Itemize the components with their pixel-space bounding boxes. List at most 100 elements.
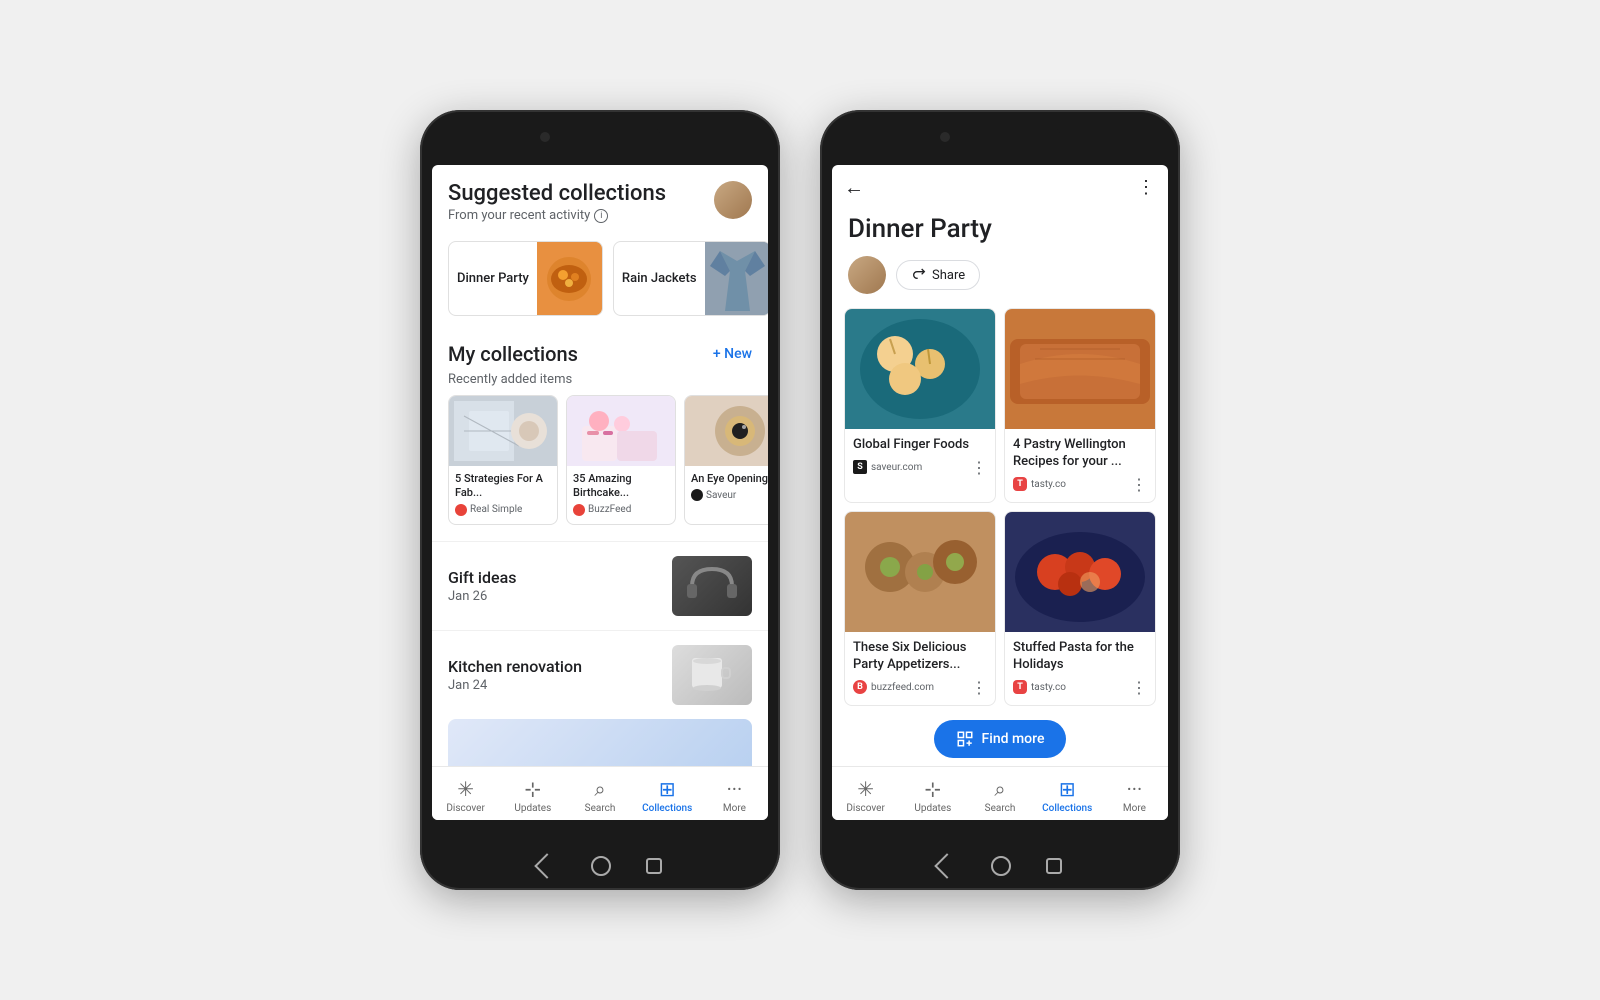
screen1-scroll[interactable]: Suggested collections From your recent a… (432, 165, 768, 766)
grid-card-0[interactable]: Global Finger Foods S saveur.com ⋮ (844, 308, 996, 503)
phone-top-bar-1 (540, 128, 660, 142)
phone1-square-btn[interactable] (646, 858, 662, 874)
discover-icon-1: ✳ (457, 777, 474, 801)
grid-more-3[interactable]: ⋮ (1131, 678, 1147, 697)
phone1-home-btn[interactable] (591, 856, 611, 876)
recent-title-2: An Eye Opening (691, 472, 768, 486)
user-avatar[interactable] (714, 181, 752, 219)
avatar-image (714, 181, 752, 219)
suggested-card-jackets[interactable]: Rain Jackets (613, 241, 768, 316)
suggested-card-dinner[interactable]: Dinner Party (448, 241, 603, 316)
phone-2: ← ⋮ Dinner Party Share (820, 110, 1180, 890)
kitchen-info: Kitchen renovation Jan 24 (448, 657, 582, 693)
phone2-home-btn[interactable] (991, 856, 1011, 876)
suggested-collections-title: Suggested collections (448, 181, 666, 206)
grid-source-row-0: S saveur.com ⋮ (853, 458, 987, 477)
recent-card-0[interactable]: 5 Strategies For A Fab... Real Simple (448, 395, 558, 525)
partial-item (448, 719, 752, 766)
back-arrow-button[interactable]: ← (844, 175, 864, 200)
menu-button[interactable]: ⋮ (1137, 177, 1156, 198)
nav-collections-1[interactable]: ⊞ Collections (634, 773, 701, 818)
info-icon[interactable]: i (594, 209, 608, 223)
nav-search-2[interactable]: ⌕ Search (966, 773, 1033, 818)
phone-screen-1: Suggested collections From your recent a… (432, 165, 768, 820)
suggested-subtitle: From your recent activity i (448, 208, 666, 223)
my-collections-title: My collections (448, 342, 578, 366)
recent-card-1[interactable]: 35 Amazing Birthcake... BuzzFeed (566, 395, 676, 525)
grid-more-1[interactable]: ⋮ (1131, 475, 1147, 494)
recent-items-row[interactable]: 5 Strategies For A Fab... Real Simple (432, 395, 768, 541)
grid-source-name-2: buzzfeed.com (871, 682, 967, 693)
grid-source-row-2: B buzzfeed.com ⋮ (853, 678, 987, 697)
source-dot-1 (573, 504, 585, 516)
grid-info-0: Global Finger Foods S saveur.com ⋮ (845, 429, 995, 485)
phone2-back-btn[interactable] (934, 853, 959, 878)
nav-search-1[interactable]: ⌕ Search (566, 773, 633, 818)
grid-title-2: These Six Delicious Party Appetizers... (853, 640, 987, 674)
source-dot-0 (455, 504, 467, 516)
more-icon-1: ··· (727, 777, 743, 801)
nav-updates-1[interactable]: ⊹ Updates (499, 773, 566, 818)
recent-img-2 (685, 396, 768, 466)
stuffed-pasta-svg (1005, 512, 1155, 632)
nav-discover-1[interactable]: ✳ Discover (432, 773, 499, 818)
nav-collections-2[interactable]: ⊞ Collections (1034, 773, 1101, 818)
screen2-header: ← ⋮ (832, 165, 1168, 210)
dinner-user-row: Share (832, 256, 1168, 308)
updates-label-1: Updates (514, 803, 551, 814)
gift-date: Jan 26 (448, 589, 516, 604)
nav-more-1[interactable]: ··· More (701, 773, 768, 818)
new-collection-button[interactable]: + New (713, 346, 752, 362)
grid-source-row-3: T tasty.co ⋮ (1013, 678, 1147, 697)
nav-updates-2[interactable]: ⊹ Updates (899, 773, 966, 818)
headphones-svg (682, 564, 742, 608)
grid-source-icon-2: B (853, 680, 867, 694)
grid-source-name-0: saveur.com (871, 462, 967, 473)
screen2-scroll[interactable]: ← ⋮ Dinner Party Share (832, 165, 1168, 766)
appetizers-svg (845, 512, 995, 632)
grid-info-1: 4 Pastry Wellington Recipes for your ...… (1005, 429, 1155, 502)
dinner-party-title: Dinner Party (832, 210, 1168, 256)
recently-added-label: Recently added items (432, 370, 768, 395)
birthday-svg (567, 396, 676, 466)
share-button[interactable]: Share (896, 260, 980, 290)
discover-label-2: Discover (846, 803, 885, 814)
updates-icon-2: ⊹ (924, 777, 941, 801)
recent-info-1: 35 Amazing Birthcake... BuzzFeed (567, 466, 675, 524)
recent-card-2[interactable]: An Eye Opening Saveur (684, 395, 768, 525)
source-name-2: Saveur (706, 490, 736, 501)
grid-card-2[interactable]: These Six Delicious Party Appetizers... … (844, 511, 996, 706)
grid-img-3 (1005, 512, 1155, 632)
phone-top-bar-2 (940, 128, 1060, 142)
kitchen-date: Jan 24 (448, 678, 582, 693)
nav-more-2[interactable]: ··· More (1101, 773, 1168, 818)
nav-discover-2[interactable]: ✳ Discover (832, 773, 899, 818)
suggested-scroll[interactable]: Dinner Party Rain Jackets (432, 231, 768, 326)
phone2-square-btn[interactable] (1046, 858, 1062, 874)
rain-jacket-image (705, 241, 768, 316)
grid-more-0[interactable]: ⋮ (971, 458, 987, 477)
collections-label-2: Collections (1042, 803, 1092, 814)
phone-screen-2: ← ⋮ Dinner Party Share (832, 165, 1168, 820)
recent-source-1: BuzzFeed (573, 504, 669, 516)
phone1-back-btn[interactable] (534, 853, 559, 878)
grid-title-1: 4 Pastry Wellington Recipes for your ... (1013, 437, 1147, 471)
find-more-button[interactable]: Find more (934, 720, 1067, 758)
collections-icon-2: ⊞ (1059, 777, 1076, 801)
screen1-title-block: Suggested collections From your recent a… (448, 181, 666, 223)
gift-name: Gift ideas (448, 568, 516, 587)
grid-info-3: Stuffed Pasta for the Holidays T tasty.c… (1005, 632, 1155, 705)
collections-icon-1: ⊞ (659, 777, 676, 801)
collection-item-gift[interactable]: Gift ideas Jan 26 (432, 541, 768, 630)
recent-info-2: An Eye Opening Saveur (685, 466, 768, 509)
grid-card-1[interactable]: 4 Pastry Wellington Recipes for your ...… (1004, 308, 1156, 503)
recent-title-1: 35 Amazing Birthcake... (573, 472, 669, 501)
collection-item-kitchen[interactable]: Kitchen renovation Jan 24 (432, 630, 768, 719)
grid-source-icon-0: S (853, 460, 867, 474)
grid-more-2[interactable]: ⋮ (971, 678, 987, 697)
dinner-avatar[interactable] (848, 256, 886, 294)
grid-card-3[interactable]: Stuffed Pasta for the Holidays T tasty.c… (1004, 511, 1156, 706)
find-more-label: Find more (982, 731, 1045, 747)
cup-svg (682, 653, 742, 697)
grid-title-0: Global Finger Foods (853, 437, 987, 454)
